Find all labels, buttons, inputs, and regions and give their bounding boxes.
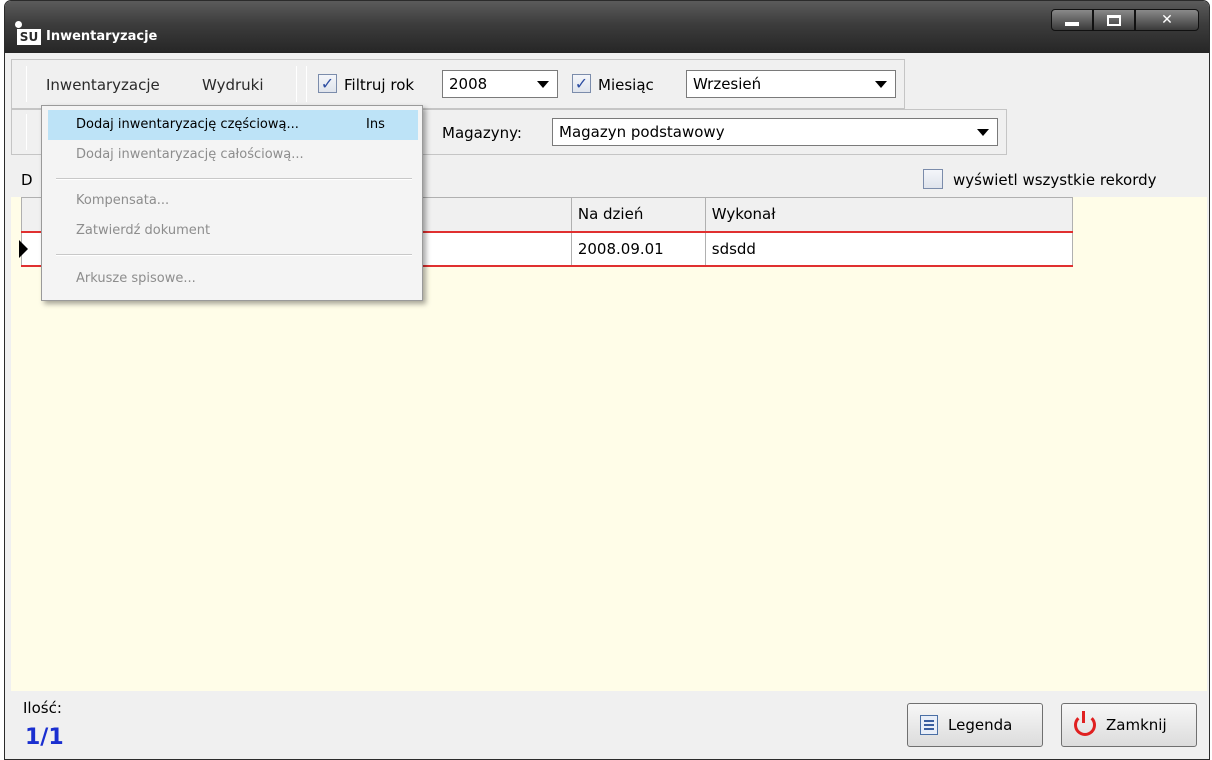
menu-item-add-partial[interactable]: Dodaj inwentaryzację częściową... Ins — [48, 110, 418, 140]
count-label: Ilość: — [23, 699, 62, 717]
year-select[interactable]: 2008 — [442, 70, 558, 98]
maximize-icon — [1107, 14, 1121, 26]
close-label: Zamknij — [1106, 716, 1167, 734]
menu-item-compensation[interactable]: Kompensata... — [48, 186, 418, 216]
maximize-button[interactable] — [1093, 9, 1135, 31]
menu-item-add-full[interactable]: Dodaj inwentaryzację całościową... — [48, 140, 418, 170]
warehouse-label: Magazyny: — [442, 124, 522, 142]
close-button[interactable]: Zamknij — [1061, 703, 1197, 747]
toolbar-separator — [296, 66, 297, 102]
chevron-down-icon — [537, 81, 549, 88]
menu-item-approve-document[interactable]: Zatwierdź dokument — [48, 216, 418, 246]
menu-item-label: Zatwierdź dokument — [76, 223, 211, 238]
month-value: Wrzesień — [693, 75, 762, 93]
legend-icon — [920, 715, 938, 735]
menu-item-label: Arkusze spisowe... — [76, 271, 196, 286]
toolbar-separator — [26, 114, 27, 150]
year-value: 2008 — [449, 75, 488, 93]
filter-year-checkbox[interactable]: ✓ — [318, 74, 337, 93]
menu-item-shortcut: Ins — [366, 117, 385, 132]
toolbar-separator — [306, 66, 307, 102]
grid-side-label: D — [21, 171, 33, 189]
chevron-down-icon — [875, 81, 887, 88]
month-select[interactable]: Wrzesień — [686, 70, 896, 98]
menu-separator — [56, 254, 412, 256]
toolbar-separator — [26, 66, 27, 102]
window-title: Inwentaryzacje — [46, 29, 158, 44]
minimize-button[interactable] — [1051, 9, 1093, 31]
app-window: SU Inwentaryzacje ✕ Inwentaryzacje Wydru… — [4, 0, 1210, 760]
column-header-wykonal[interactable]: Wykonał — [704, 197, 1074, 232]
legend-label: Legenda — [948, 716, 1013, 734]
table-cell-author[interactable]: sdsdd — [704, 230, 1074, 267]
power-icon — [1074, 711, 1096, 736]
title-bar[interactable]: SU Inwentaryzacje ✕ — [5, 1, 1209, 53]
show-all-checkbox[interactable] — [923, 169, 943, 189]
menu-inwentaryzacje[interactable]: Inwentaryzacje — [46, 76, 160, 94]
warehouse-value: Magazyn podstawowy — [559, 123, 725, 141]
menu-item-inventory-sheets[interactable]: Arkusze spisowe... — [48, 264, 418, 294]
status-area: Ilość: 1/1 Legenda Zamknij — [11, 691, 1207, 759]
column-header-na-dzien[interactable]: Na dzień — [570, 197, 706, 232]
chevron-down-icon — [977, 129, 989, 136]
close-icon: ✕ — [1161, 12, 1173, 28]
menu-item-label: Kompensata... — [76, 193, 170, 208]
menu-item-label: Dodaj inwentaryzację całościową... — [76, 147, 304, 162]
menu-separator — [56, 178, 412, 180]
menu-wydruki[interactable]: Wydruki — [202, 76, 264, 94]
app-logo-icon: SU — [13, 21, 41, 47]
month-checkbox[interactable]: ✓ — [572, 74, 591, 93]
filter-year-label: Filtruj rok — [344, 76, 415, 94]
filter-toolbar: Inwentaryzacje Wydruki ✓ Filtruj rok 200… — [11, 59, 905, 109]
row-indicator-icon — [19, 240, 28, 258]
table-cell-date[interactable]: 2008.09.01 — [570, 230, 706, 267]
close-window-button[interactable]: ✕ — [1135, 9, 1199, 31]
legend-button[interactable]: Legenda — [907, 703, 1043, 747]
inwentaryzacje-menu: Dodaj inwentaryzację częściową... Ins Do… — [41, 105, 423, 301]
menu-item-label: Dodaj inwentaryzację częściową... — [76, 117, 299, 132]
count-value: 1/1 — [25, 725, 64, 750]
month-label: Miesiąc — [598, 76, 654, 94]
minimize-icon — [1065, 22, 1079, 26]
show-all-label: wyświetl wszystkie rekordy — [953, 171, 1157, 189]
warehouse-select[interactable]: Magazyn podstawowy — [552, 118, 998, 146]
